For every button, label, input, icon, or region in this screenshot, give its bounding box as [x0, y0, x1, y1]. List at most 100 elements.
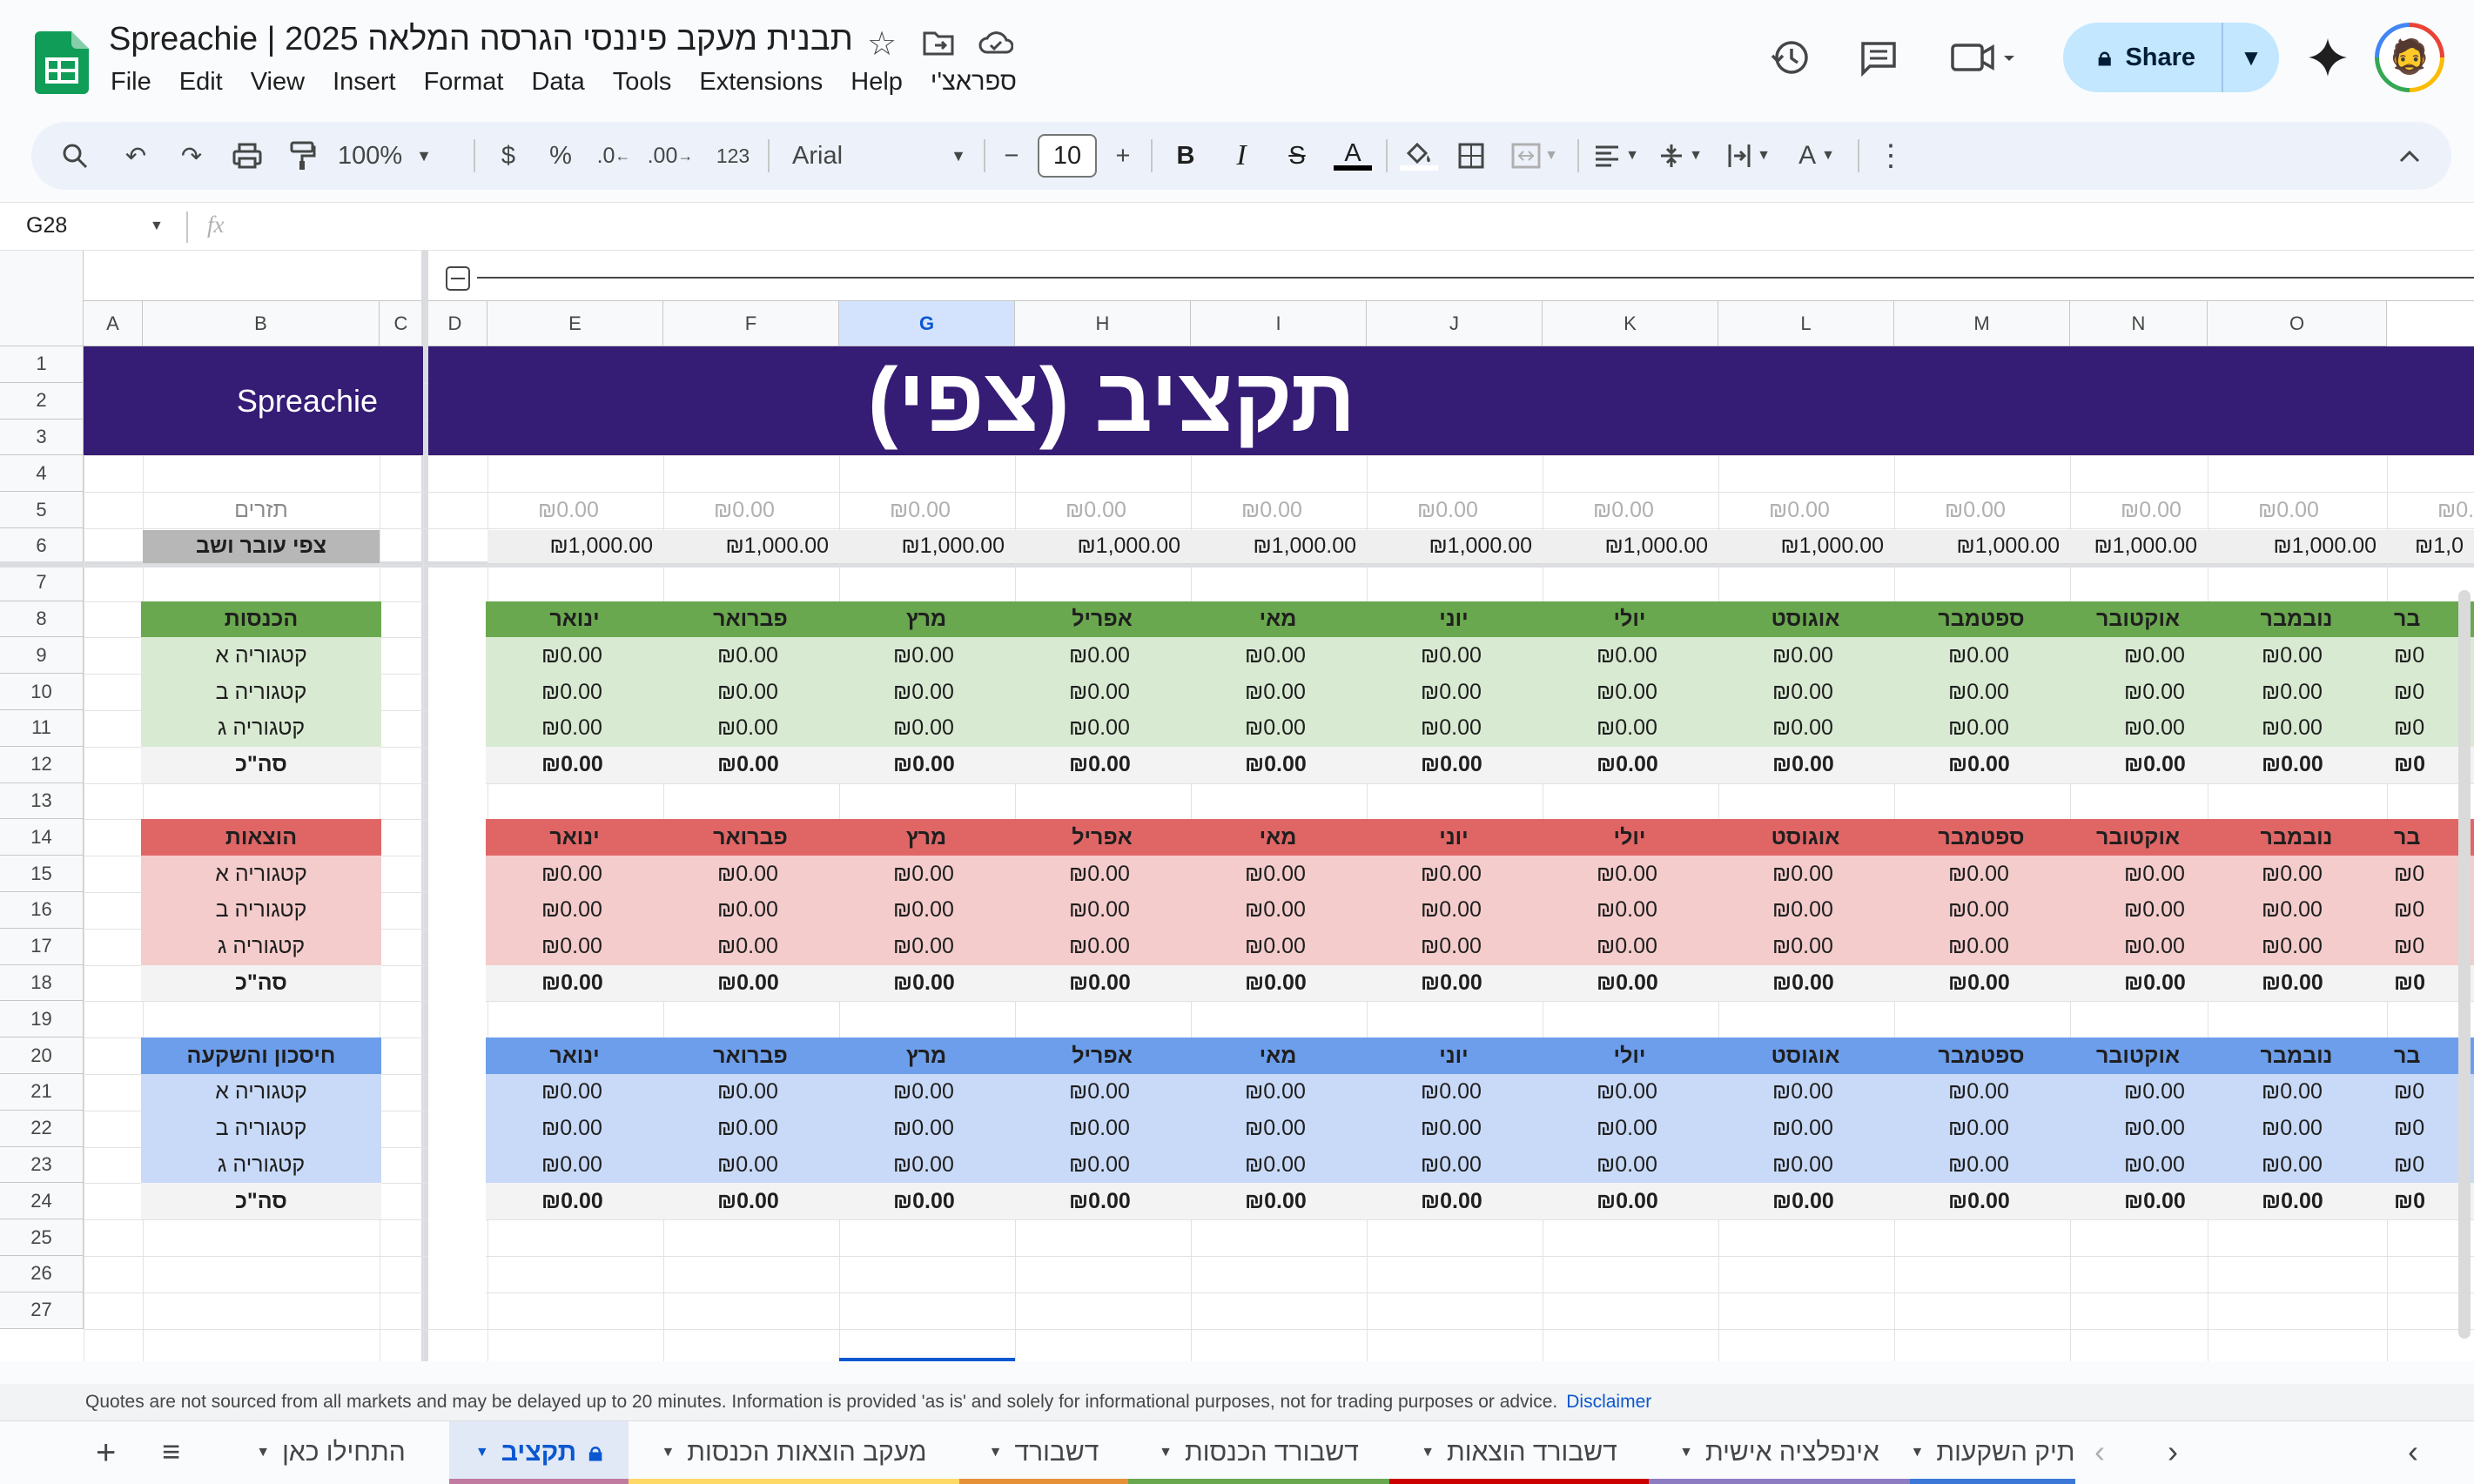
amount-cell[interactable]: ₪0.00 [837, 892, 1015, 929]
row-header-9[interactable]: 9 [0, 637, 84, 675]
collapse-toolbar-icon[interactable] [2392, 122, 2427, 190]
total-amount[interactable]: ₪0.00 [1365, 964, 1543, 1002]
amount-cell[interactable]: ₪0.00 [1365, 710, 1543, 747]
total-amount[interactable]: ₪0.00 [1365, 746, 1543, 783]
total-amount[interactable]: ₪0.00 [1892, 746, 2070, 783]
row-header-19[interactable]: 19 [0, 1001, 84, 1038]
sheets-logo-icon[interactable] [35, 31, 89, 94]
menu-data[interactable]: Data [531, 68, 584, 97]
amount-cell[interactable]: ₪0.00 [2206, 674, 2387, 710]
total-amount[interactable]: ₪0.00 [2068, 746, 2208, 783]
total-amount[interactable]: ₪0.00 [1013, 1183, 1191, 1220]
amount-cell[interactable]: ₪0.00 [1365, 637, 1543, 675]
amount-cell[interactable]: ₪0.00 [1717, 856, 1894, 892]
sheet-tab[interactable]: ▼ תיק השקעות [1910, 1421, 2075, 1484]
amount-cell[interactable]: ₪0.00 [1541, 856, 1718, 892]
vertical-align-icon[interactable]: ▼ [1652, 122, 1710, 190]
row-header-26[interactable]: 26 [0, 1256, 84, 1293]
tab-dropdown-icon[interactable]: ▼ [256, 1445, 270, 1460]
amount-cell[interactable]: ₪0.00 [1892, 674, 2070, 710]
spreadsheet-grid[interactable]: A B C D E F G H I J K L M N O 1 2 3 4 5 6 7 8 9 10 11 12 13 14 15 16 17… [0, 251, 2474, 1361]
account-avatar[interactable]: 🧔 [2375, 23, 2444, 92]
column-header-A[interactable]: A [84, 301, 143, 346]
row-header-18[interactable]: 18 [0, 964, 84, 1002]
amount-cell[interactable]: ₪0.00 [662, 1110, 839, 1147]
menu-spreachie[interactable]: ספראצ'י [931, 68, 1017, 97]
amount-cell[interactable]: ₪0.00 [2206, 710, 2387, 747]
amount-cell[interactable]: ₪0.00 [2206, 1074, 2387, 1111]
amount-cell[interactable]: ₪0.00 [1541, 1110, 1718, 1147]
amount-cell[interactable]: ₪0.00 [2068, 710, 2208, 747]
column-header-M[interactable]: M [1894, 301, 2070, 346]
sheet-tab[interactable]: ▼ דשבורד הוצאות [1389, 1421, 1649, 1484]
amount-cell[interactable]: ₪0.00 [486, 1074, 663, 1111]
redo-icon[interactable]: ↷ [174, 122, 209, 190]
more-options-icon[interactable]: ⋮ [1873, 122, 1908, 190]
amount-cell[interactable]: ₪0.00 [1541, 710, 1718, 747]
italic-button[interactable]: I [1224, 122, 1259, 190]
amount-cell[interactable]: ₪0.00 [1541, 674, 1718, 710]
amount-cell[interactable]: ₪0.00 [1541, 892, 1718, 929]
total-amount[interactable]: ₪0.00 [1892, 1183, 2070, 1220]
row-header-1[interactable]: 1 [0, 346, 84, 383]
amount-cell[interactable]: ₪0.00 [1717, 710, 1894, 747]
amount-cell[interactable]: ₪0.00 [837, 1110, 1015, 1147]
amount-cell[interactable]: ₪0.00 [837, 928, 1015, 965]
amount-cell[interactable]: ₪0.00 [1013, 637, 1191, 675]
fill-color-button[interactable] [1398, 122, 1440, 190]
amount-cell[interactable]: ₪0.00 [837, 856, 1015, 892]
sheet-tab[interactable]: ▼ מעקב הוצאות הכנסות [629, 1421, 959, 1484]
tab-dropdown-icon[interactable]: ▼ [1421, 1445, 1435, 1460]
amount-cell[interactable]: ₪0.00 [1717, 674, 1894, 710]
amount-cell[interactable]: ₪0.00 [486, 1110, 663, 1147]
increase-font-size-button[interactable]: + [1106, 122, 1140, 190]
column-header-H[interactable]: H [1015, 301, 1191, 346]
amount-cell[interactable]: ₪0.00 [2206, 1146, 2387, 1184]
amount-cell[interactable]: ₪0.00 [662, 856, 839, 892]
zoom-select[interactable]: 100% ▼ [338, 122, 432, 190]
amount-cell[interactable]: ₪0.00 [1717, 892, 1894, 929]
amount-cell[interactable]: ₪0.00 [2068, 1146, 2208, 1184]
column-header-N[interactable]: N [2070, 301, 2208, 346]
total-amount[interactable]: ₪0.00 [2206, 964, 2387, 1002]
total-amount[interactable]: ₪0.00 [662, 964, 839, 1002]
bold-button[interactable]: B [1168, 122, 1203, 190]
comments-icon[interactable] [1859, 40, 1898, 81]
font-select[interactable]: Arial ▼ [792, 122, 966, 190]
total-amount[interactable]: ₪0.00 [1365, 1183, 1543, 1220]
merge-cells-icon[interactable]: ▼ [1504, 122, 1565, 190]
amount-cell[interactable]: ₪0.00 [2068, 637, 2208, 675]
column-header-F[interactable]: F [663, 301, 839, 346]
amount-cell[interactable]: ₪0.00 [2068, 928, 2208, 965]
amount-cell[interactable]: ₪0.00 [1892, 637, 2070, 675]
amount-cell[interactable]: ₪0.00 [486, 637, 663, 675]
side-panel-toggle-icon[interactable]: ‹ [2408, 1434, 2418, 1470]
decrease-decimal-button[interactable]: .0 ← [592, 122, 635, 190]
total-amount[interactable]: ₪0.00 [1717, 1183, 1894, 1220]
amount-cell[interactable]: ₪0.00 [1365, 892, 1543, 929]
amount-cell[interactable]: ₪0.00 [837, 710, 1015, 747]
amount-cell[interactable]: ₪0.00 [2068, 1074, 2208, 1111]
borders-icon[interactable] [1454, 122, 1489, 190]
document-title[interactable]: Spreachie | 2025 תבנית מעקב פיננסי הגרסה… [109, 21, 853, 58]
amount-cell[interactable]: ₪0.00 [2206, 856, 2387, 892]
total-amount[interactable]: ₪0.00 [2068, 1183, 2208, 1220]
amount-cell[interactable]: ₪0.00 [1892, 710, 2070, 747]
total-amount[interactable]: ₪0.00 [1189, 1183, 1367, 1220]
column-header-L[interactable]: L [1718, 301, 1894, 346]
row-header-27[interactable]: 27 [0, 1292, 84, 1329]
amount-cell[interactable]: ₪0.00 [1541, 1074, 1718, 1111]
amount-cell[interactable]: ₪0.00 [1892, 856, 2070, 892]
move-folder-icon[interactable] [923, 30, 954, 60]
amount-cell[interactable]: ₪0.00 [1541, 928, 1718, 965]
amount-cell[interactable]: ₪0.00 [2206, 1110, 2387, 1147]
search-menus-icon[interactable] [57, 122, 92, 190]
name-box[interactable]: G28 [26, 213, 67, 238]
amount-cell[interactable]: ₪0.00 [2068, 856, 2208, 892]
format-percent-button[interactable]: % [543, 122, 578, 190]
amount-cell[interactable]: ₪0.00 [1013, 892, 1191, 929]
undo-icon[interactable]: ↶ [118, 122, 153, 190]
total-amount[interactable]: ₪0.00 [837, 746, 1015, 783]
amount-cell[interactable]: ₪0.00 [662, 1074, 839, 1111]
amount-cell[interactable]: ₪0.00 [1365, 856, 1543, 892]
